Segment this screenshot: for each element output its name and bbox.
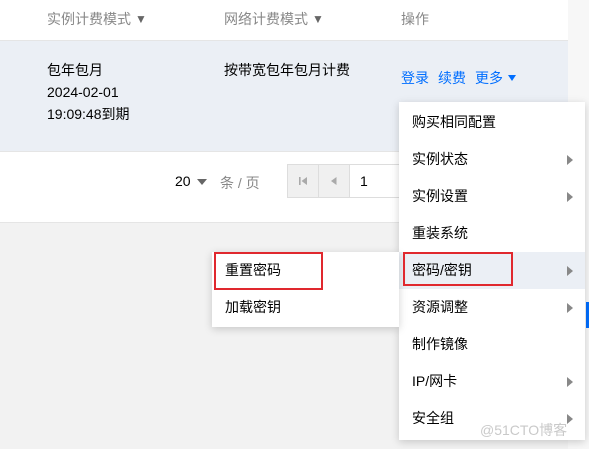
submenu-item-load-key[interactable]: 加载密钥 [212,289,399,326]
row-actions: 登录 续费 更多 [401,67,516,89]
billing-mode-cell: 包年包月 2024-02-01 19:09:48到期 [47,59,130,125]
header-actions: 操作 [401,9,429,29]
menu-item-create-image[interactable]: 制作镜像 [399,326,585,363]
caret-down-icon[interactable] [508,75,516,81]
menu-item-label: 加载密钥 [225,299,281,315]
menu-item-label: 资源调整 [412,299,468,315]
menu-item-label: 购买相同配置 [412,114,496,130]
menu-item-buy-same-config[interactable]: 购买相同配置 [399,104,585,141]
menu-item-resource-adjust[interactable]: 资源调整 [399,289,585,326]
menu-item-instance-settings[interactable]: 实例设置 [399,178,585,215]
chevron-right-icon [567,303,573,313]
chevron-right-icon [567,377,573,387]
billing-mode-value: 包年包月 [47,62,103,78]
network-billing-value: 按带宽包年包月计费 [224,62,350,78]
renew-link[interactable]: 续费 [438,70,466,86]
menu-item-reinstall-system[interactable]: 重装系统 [399,215,585,252]
highlight-box-reset-password [214,252,323,290]
filter-icon[interactable]: ▼ [135,12,147,26]
chevron-right-icon [567,414,573,424]
network-billing-cell: 按带宽包年包月计费 [224,59,350,81]
chevron-right-icon [567,266,573,276]
first-page-icon [299,177,307,185]
page-navigator: 1 [287,164,402,198]
header-actions-label: 操作 [401,11,429,27]
menu-item-label: 安全组 [412,410,454,426]
first-page-button[interactable] [287,164,319,198]
menu-item-label: 实例设置 [412,188,468,204]
menu-item-label: IP/网卡 [412,373,458,389]
page-size-value: 20 [175,173,191,189]
login-link[interactable]: 登录 [401,70,429,86]
header-billing-mode-label: 实例计费模式 [47,11,131,27]
chevron-down-icon [196,179,207,185]
menu-item-instance-status[interactable]: 实例状态 [399,141,585,178]
chevron-right-icon [567,155,573,165]
billing-date-value: 2024-02-01 [47,84,119,100]
menu-item-label: 制作镜像 [412,336,468,352]
current-page-input[interactable]: 1 [350,164,402,198]
menu-item-label: 重装系统 [412,225,468,241]
page-size-select[interactable]: 20 [175,173,207,189]
prev-page-icon [331,177,337,185]
menu-item-ip-nic[interactable]: IP/网卡 [399,363,585,400]
more-link[interactable]: 更多 [475,70,503,86]
expire-time-value: 19:09:48到期 [47,106,130,122]
filter-icon[interactable]: ▼ [312,12,324,26]
prev-page-button[interactable] [319,164,350,198]
header-billing-mode[interactable]: 实例计费模式 ▼ [47,9,147,29]
chevron-right-icon [567,192,573,202]
header-network-billing-label: 网络计费模式 [224,11,308,27]
header-network-billing-mode[interactable]: 网络计费模式 ▼ [224,9,324,29]
watermark: @51CTO博客 [480,422,568,438]
highlight-box-password-key [403,252,513,286]
menu-item-label: 实例状态 [412,151,468,167]
table-header: 实例计费模式 ▼ 网络计费模式 ▼ 操作 [0,0,568,41]
page-size-unit: 条 / 页 [220,175,260,191]
